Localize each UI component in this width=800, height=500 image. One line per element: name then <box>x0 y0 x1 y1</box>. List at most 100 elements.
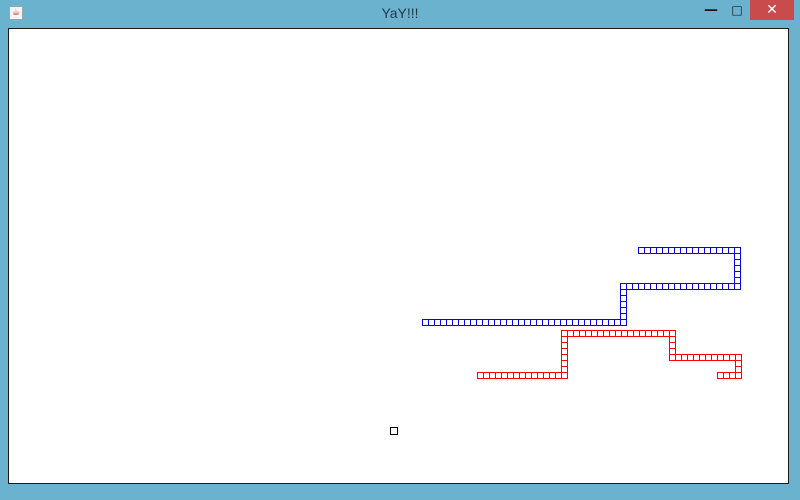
blue-snake-segment <box>566 319 573 326</box>
blue-snake-segment <box>494 319 501 326</box>
blue-snake-segment <box>674 283 681 290</box>
blue-snake-segment <box>608 319 615 326</box>
blue-snake-segment <box>470 319 477 326</box>
blue-snake-segment <box>602 319 609 326</box>
red-snake-segment <box>663 330 670 337</box>
blue-snake-segment <box>698 283 705 290</box>
blue-snake-segment <box>638 283 645 290</box>
blue-snake-segment <box>422 319 429 326</box>
red-snake-segment <box>561 372 568 379</box>
blue-snake-segment <box>458 319 465 326</box>
red-snake-segment <box>507 372 514 379</box>
red-snake-segment <box>675 354 682 361</box>
blue-snake-segment <box>620 295 627 302</box>
red-snake-segment <box>561 348 568 355</box>
red-snake-segment <box>723 354 730 361</box>
red-snake-segment <box>561 342 568 349</box>
red-snake-segment <box>531 372 538 379</box>
red-snake-segment <box>561 330 568 337</box>
red-snake-segment <box>711 354 718 361</box>
blue-snake-segment <box>440 319 447 326</box>
red-snake-segment <box>669 336 676 343</box>
blue-snake-segment <box>650 283 657 290</box>
blue-snake-segment <box>560 319 567 326</box>
red-snake-segment <box>537 372 544 379</box>
red-snake-segment <box>723 372 730 379</box>
blue-snake-segment <box>650 247 657 254</box>
red-snake-segment <box>591 330 598 337</box>
red-snake-segment <box>483 372 490 379</box>
blue-snake-segment <box>734 259 741 266</box>
app-window: ☕ YaY!!! — □ ✕ <box>0 0 800 500</box>
blue-snake-segment <box>620 319 627 326</box>
blue-snake-segment <box>728 283 735 290</box>
blue-snake-segment <box>530 319 537 326</box>
blue-snake-segment <box>578 319 585 326</box>
blue-snake-segment <box>434 319 441 326</box>
red-snake-segment <box>489 372 496 379</box>
red-snake-segment <box>699 354 706 361</box>
blue-snake-segment <box>644 283 651 290</box>
blue-snake-segment <box>680 283 687 290</box>
red-snake-segment <box>651 330 658 337</box>
blue-snake-segment <box>512 319 519 326</box>
red-snake-segment <box>645 330 652 337</box>
red-snake-segment <box>717 354 724 361</box>
game-board <box>390 247 742 435</box>
blue-snake-segment <box>524 319 531 326</box>
red-snake-segment <box>615 330 622 337</box>
red-snake <box>477 330 742 379</box>
blue-snake-segment <box>686 283 693 290</box>
blue-snake-segment <box>728 247 735 254</box>
red-snake-segment <box>627 330 634 337</box>
title-bar[interactable]: ☕ YaY!!! — □ ✕ <box>0 0 800 26</box>
blue-snake <box>422 247 741 326</box>
blue-snake-segment <box>710 247 717 254</box>
red-snake-segment <box>609 330 616 337</box>
blue-snake-segment <box>704 247 711 254</box>
blue-snake-segment <box>596 319 603 326</box>
red-snake-segment <box>561 366 568 373</box>
red-snake-segment <box>735 360 742 367</box>
blue-snake-segment <box>620 283 627 290</box>
red-snake-segment <box>561 336 568 343</box>
red-snake-segment <box>705 354 712 361</box>
blue-snake-segment <box>668 283 675 290</box>
blue-snake-segment <box>662 283 669 290</box>
blue-snake-segment <box>680 247 687 254</box>
red-snake-segment <box>585 330 592 337</box>
red-snake-segment <box>735 372 742 379</box>
red-snake-segment <box>555 372 562 379</box>
blue-snake-segment <box>572 319 579 326</box>
blue-snake-segment <box>614 319 621 326</box>
red-snake-segment <box>501 372 508 379</box>
blue-snake-segment <box>704 283 711 290</box>
red-snake-segment <box>573 330 580 337</box>
red-snake-segment <box>597 330 604 337</box>
food-square <box>390 427 398 435</box>
blue-snake-segment <box>692 283 699 290</box>
blue-snake-segment <box>638 247 645 254</box>
blue-snake-segment <box>620 301 627 308</box>
blue-snake-segment <box>506 319 513 326</box>
blue-snake-segment <box>452 319 459 326</box>
blue-snake-segment <box>686 247 693 254</box>
blue-snake-segment <box>482 319 489 326</box>
window-title: YaY!!! <box>381 5 419 21</box>
blue-snake-segment <box>662 247 669 254</box>
close-icon[interactable]: ✕ <box>750 0 794 20</box>
maximize-icon[interactable]: □ <box>724 0 750 20</box>
red-snake-segment <box>621 330 628 337</box>
red-snake-segment <box>717 372 724 379</box>
minimize-icon[interactable]: — <box>698 0 724 20</box>
red-snake-segment <box>519 372 526 379</box>
red-snake-segment <box>657 330 664 337</box>
red-snake-segment <box>729 354 736 361</box>
blue-snake-segment <box>554 319 561 326</box>
red-snake-segment <box>735 354 742 361</box>
blue-snake-segment <box>464 319 471 326</box>
red-snake-segment <box>669 330 676 337</box>
game-canvas[interactable] <box>8 28 789 484</box>
blue-snake-segment <box>644 247 651 254</box>
blue-snake-segment <box>716 247 723 254</box>
